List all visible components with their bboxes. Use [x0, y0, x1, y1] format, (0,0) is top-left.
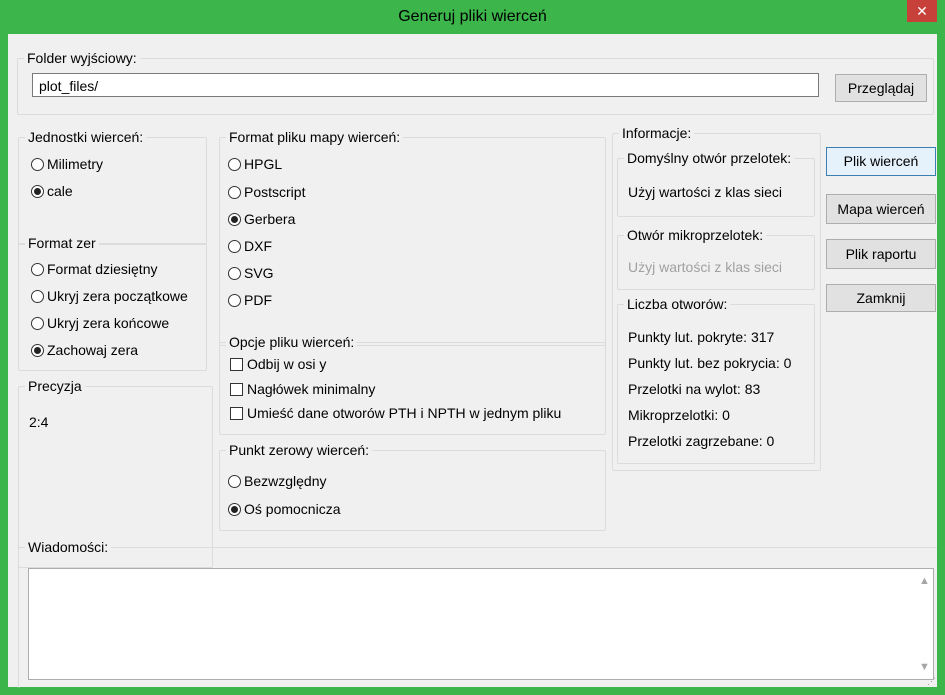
drill-origin-group: Punkt zerowy wierceń: Bezwzględny Oś pom…	[219, 441, 606, 531]
radio-inches[interactable]: cale	[31, 182, 73, 200]
checkbox-icon	[230, 407, 243, 420]
messages-textarea[interactable]: ▲ ▼	[28, 568, 934, 680]
radio-circle-icon	[31, 158, 44, 171]
precision-value: 2:4	[29, 414, 49, 430]
micro-vias-count: Mikroprzelotki: 0	[628, 407, 730, 423]
zeros-format-group: Format zer Format dziesiętny Ukryj zera …	[18, 234, 207, 371]
radio-circle-icon	[31, 263, 44, 276]
map-format-group: Format pliku mapy wierceń: HPGL Postscri…	[219, 128, 606, 346]
window-title: Generuj pliki wierceń	[398, 8, 547, 25]
dialog-body: Folder wyjściowy: plot_files/ Przeglądaj…	[8, 34, 937, 688]
hole-count-group: Liczba otworów: Punkty lut. pokryte: 317…	[617, 295, 815, 464]
radio-millimeters[interactable]: Milimetry	[31, 155, 103, 173]
checkbox-mirror-y[interactable]: Odbij w osi y	[230, 355, 326, 373]
map-format-label: Format pliku mapy wierceń:	[226, 128, 404, 146]
radio-hpgl[interactable]: HPGL	[228, 155, 282, 173]
output-folder-input[interactable]: plot_files/	[32, 73, 819, 97]
radio-circle-icon	[228, 213, 241, 226]
micro-via-label: Otwór mikroprzelotek:	[624, 226, 767, 244]
radio-suppress-trailing[interactable]: Ukryj zera końcowe	[31, 314, 169, 332]
report-file-button[interactable]: Plik raportu	[826, 239, 936, 269]
buried-vias-count: Przelotki zagrzebane: 0	[628, 433, 775, 449]
units-group: Jednostki wierceń: Milimetry cale	[18, 128, 207, 245]
radio-pdf[interactable]: PDF	[228, 291, 272, 309]
output-folder-label: Folder wyjściowy:	[24, 49, 140, 67]
through-vias-count: Przelotki na wylot: 83	[628, 381, 761, 397]
radio-circle-icon	[228, 240, 241, 253]
radio-circle-icon	[31, 317, 44, 330]
radio-dxf[interactable]: DXF	[228, 237, 272, 255]
units-label: Jednostki wierceń:	[25, 128, 147, 146]
info-group: Informacje: Domyślny otwór przelotek: Uż…	[612, 124, 821, 471]
checkbox-merge-pth-npth[interactable]: Umieść dane otworów PTH i NPTH w jednym …	[230, 404, 561, 422]
default-via-label: Domyślny otwór przelotek:	[624, 149, 795, 167]
title-bar: Generuj pliki wierceń ✕	[0, 0, 945, 34]
browse-button[interactable]: Przeglądaj	[835, 74, 927, 102]
scroll-up-icon[interactable]: ▲	[916, 574, 933, 588]
drill-origin-label: Punkt zerowy wierceń:	[226, 441, 373, 459]
scroll-down-icon[interactable]: ▼	[916, 660, 933, 674]
drill-options-label: Opcje pliku wierceń:	[226, 333, 358, 351]
radio-circle-icon	[228, 294, 241, 307]
radio-aux-axis[interactable]: Oś pomocnicza	[228, 500, 340, 518]
radio-circle-icon	[228, 503, 241, 516]
messages-scrollbar[interactable]: ▲ ▼	[916, 569, 933, 679]
radio-keep-zeros[interactable]: Zachowaj zera	[31, 341, 138, 359]
close-button[interactable]: Zamknij	[826, 284, 936, 312]
non-plated-pads-count: Punkty lut. bez pokrycia: 0	[628, 355, 792, 371]
radio-circle-icon	[228, 186, 241, 199]
drill-file-button[interactable]: Plik wierceń	[826, 147, 936, 176]
close-icon[interactable]: ✕	[907, 0, 937, 22]
radio-gerber[interactable]: Gerbera	[228, 210, 295, 228]
radio-circle-icon	[31, 344, 44, 357]
default-via-value: Użyj wartości z klas sieci	[628, 184, 783, 200]
messages-label: Wiadomości:	[25, 538, 112, 556]
radio-suppress-leading[interactable]: Ukryj zera początkowe	[31, 287, 188, 305]
radio-circle-icon	[31, 290, 44, 303]
micro-via-value: Użyj wartości z klas sieci	[628, 259, 783, 275]
precision-label: Precyzja	[25, 377, 85, 395]
radio-svg[interactable]: SVG	[228, 264, 274, 282]
default-via-group: Domyślny otwór przelotek: Użyj wartości …	[617, 149, 815, 217]
resize-grip-icon[interactable]: ⋰	[927, 677, 936, 686]
drill-options-group: Opcje pliku wierceń: Odbij w osi y Nagłó…	[219, 333, 606, 435]
checkbox-icon	[230, 358, 243, 371]
micro-via-group: Otwór mikroprzelotek: Użyj wartości z kl…	[617, 226, 815, 290]
checkbox-icon	[230, 383, 243, 396]
radio-circle-icon	[31, 185, 44, 198]
checkbox-minimal-header[interactable]: Nagłówek minimalny	[230, 380, 375, 398]
output-folder-group: Folder wyjściowy: plot_files/ Przeglądaj	[17, 49, 934, 115]
messages-group: Wiadomości: ▲ ▼	[18, 538, 937, 688]
radio-absolute[interactable]: Bezwzględny	[228, 472, 327, 490]
plated-pads-count: Punkty lut. pokryte: 317	[628, 329, 775, 345]
radio-decimal-format[interactable]: Format dziesiętny	[31, 260, 157, 278]
zeros-format-label: Format zer	[25, 234, 99, 252]
radio-circle-icon	[228, 267, 241, 280]
radio-circle-icon	[228, 475, 241, 488]
radio-circle-icon	[228, 158, 241, 171]
drill-map-button[interactable]: Mapa wierceń	[826, 194, 936, 224]
info-label: Informacje:	[619, 124, 695, 142]
radio-postscript[interactable]: Postscript	[228, 183, 305, 201]
hole-count-label: Liczba otworów:	[624, 295, 731, 313]
